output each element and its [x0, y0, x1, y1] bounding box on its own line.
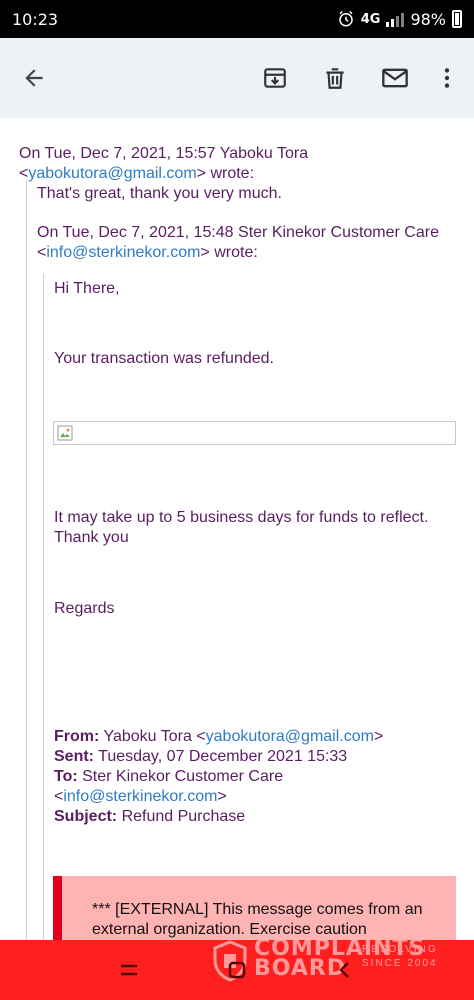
recents-nav-icon[interactable]: [117, 958, 141, 982]
broken-image-icon: [57, 425, 73, 441]
to-email-line: <info@sterkinekor.com>: [54, 787, 227, 807]
sent-label: Sent:: [54, 748, 94, 765]
sent-line: Sent: Tuesday, 07 December 2021 15:33: [54, 747, 347, 767]
quote1-wrote: > wrote:: [196, 165, 255, 182]
funds-line: It may take up to 5 business days for fu…: [54, 509, 429, 526]
status-icons: 4G 98%: [337, 10, 462, 29]
refund-line: Your transaction was refunded.: [54, 350, 274, 367]
subject-value: Refund Purchase: [117, 808, 246, 825]
quote-divider: [43, 274, 44, 940]
greeting: Hi There,: [54, 280, 120, 297]
more-options-icon[interactable]: [429, 60, 465, 96]
from-name: Yaboku Tora <: [99, 728, 206, 745]
quote2-wrote: > wrote:: [200, 244, 258, 261]
quote1-header: On Tue, Dec 7, 2021, 15:57 Yaboku Tora: [19, 145, 309, 162]
external-warning-text: *** [EXTERNAL] This message comes from a…: [92, 901, 423, 938]
to-label: To:: [54, 768, 78, 785]
to-line: To: Ster Kinekor Customer Care: [54, 767, 283, 787]
signal-icon: [386, 11, 405, 27]
to-value: Ster Kinekor Customer Care: [77, 768, 284, 785]
to-close: >: [217, 788, 227, 805]
from-label: From:: [54, 728, 100, 745]
back-arrow-icon[interactable]: [16, 60, 52, 96]
to-email-link[interactable]: info@sterkinekor.com: [63, 788, 217, 805]
regards-line: Regards: [54, 600, 115, 617]
back-nav-icon[interactable]: [333, 958, 357, 982]
app-bar: [0, 38, 474, 118]
quote2-header-email-line: <info@sterkinekor.com> wrote:: [37, 243, 258, 263]
sent-value: Tuesday, 07 December 2021 15:33: [94, 748, 348, 765]
external-warning-banner: *** [EXTERNAL] This message comes from a…: [53, 876, 456, 940]
network-type: 4G: [360, 11, 381, 27]
battery-level: 98%: [410, 9, 446, 29]
quote2-email-link[interactable]: info@sterkinekor.com: [46, 244, 200, 261]
delete-icon[interactable]: [317, 60, 353, 96]
bottom-nav-bar: COMPLAINTS BOARD RESOLVING SINCE 2004: [0, 940, 474, 1000]
mark-unread-icon[interactable]: [377, 60, 413, 96]
home-nav-icon[interactable]: [225, 958, 249, 982]
from-close: >: [373, 728, 384, 745]
watermark-tag2: SINCE 2004: [362, 958, 438, 969]
archive-icon[interactable]: [257, 60, 293, 96]
battery-icon: [452, 10, 462, 28]
quote1-header-email-line: <yabokutora@gmail.com> wrote:: [19, 164, 254, 184]
subject-line: Subject: Refund Purchase: [54, 807, 245, 827]
thanks-line: Thank you: [54, 529, 129, 546]
from-email-link[interactable]: yabokutora@gmail.com: [206, 728, 374, 745]
status-time: 10:23: [12, 9, 59, 29]
subject-label: Subject:: [54, 808, 118, 825]
quote-divider: [26, 180, 27, 940]
quote1-email-link[interactable]: yabokutora@gmail.com: [28, 165, 196, 182]
quote1-lt: <: [19, 165, 29, 182]
broken-image: [53, 421, 456, 445]
to-lt: <: [54, 788, 64, 805]
alarm-icon: [338, 10, 353, 27]
quote2-header: On Tue, Dec 7, 2021, 15:48 Ster Kinekor …: [37, 224, 439, 241]
watermark-tag1: RESOLVING: [362, 944, 438, 955]
quote2-lt: <: [37, 244, 47, 261]
quote1-body: That's great, thank you very much.: [37, 185, 282, 202]
from-line: From: Yaboku Tora <yabokutora@gmail.com>: [54, 727, 383, 747]
email-body: On Tue, Dec 7, 2021, 15:57 Yaboku Tora <…: [0, 118, 474, 940]
status-bar: 10:23 4G 98%: [0, 0, 474, 38]
